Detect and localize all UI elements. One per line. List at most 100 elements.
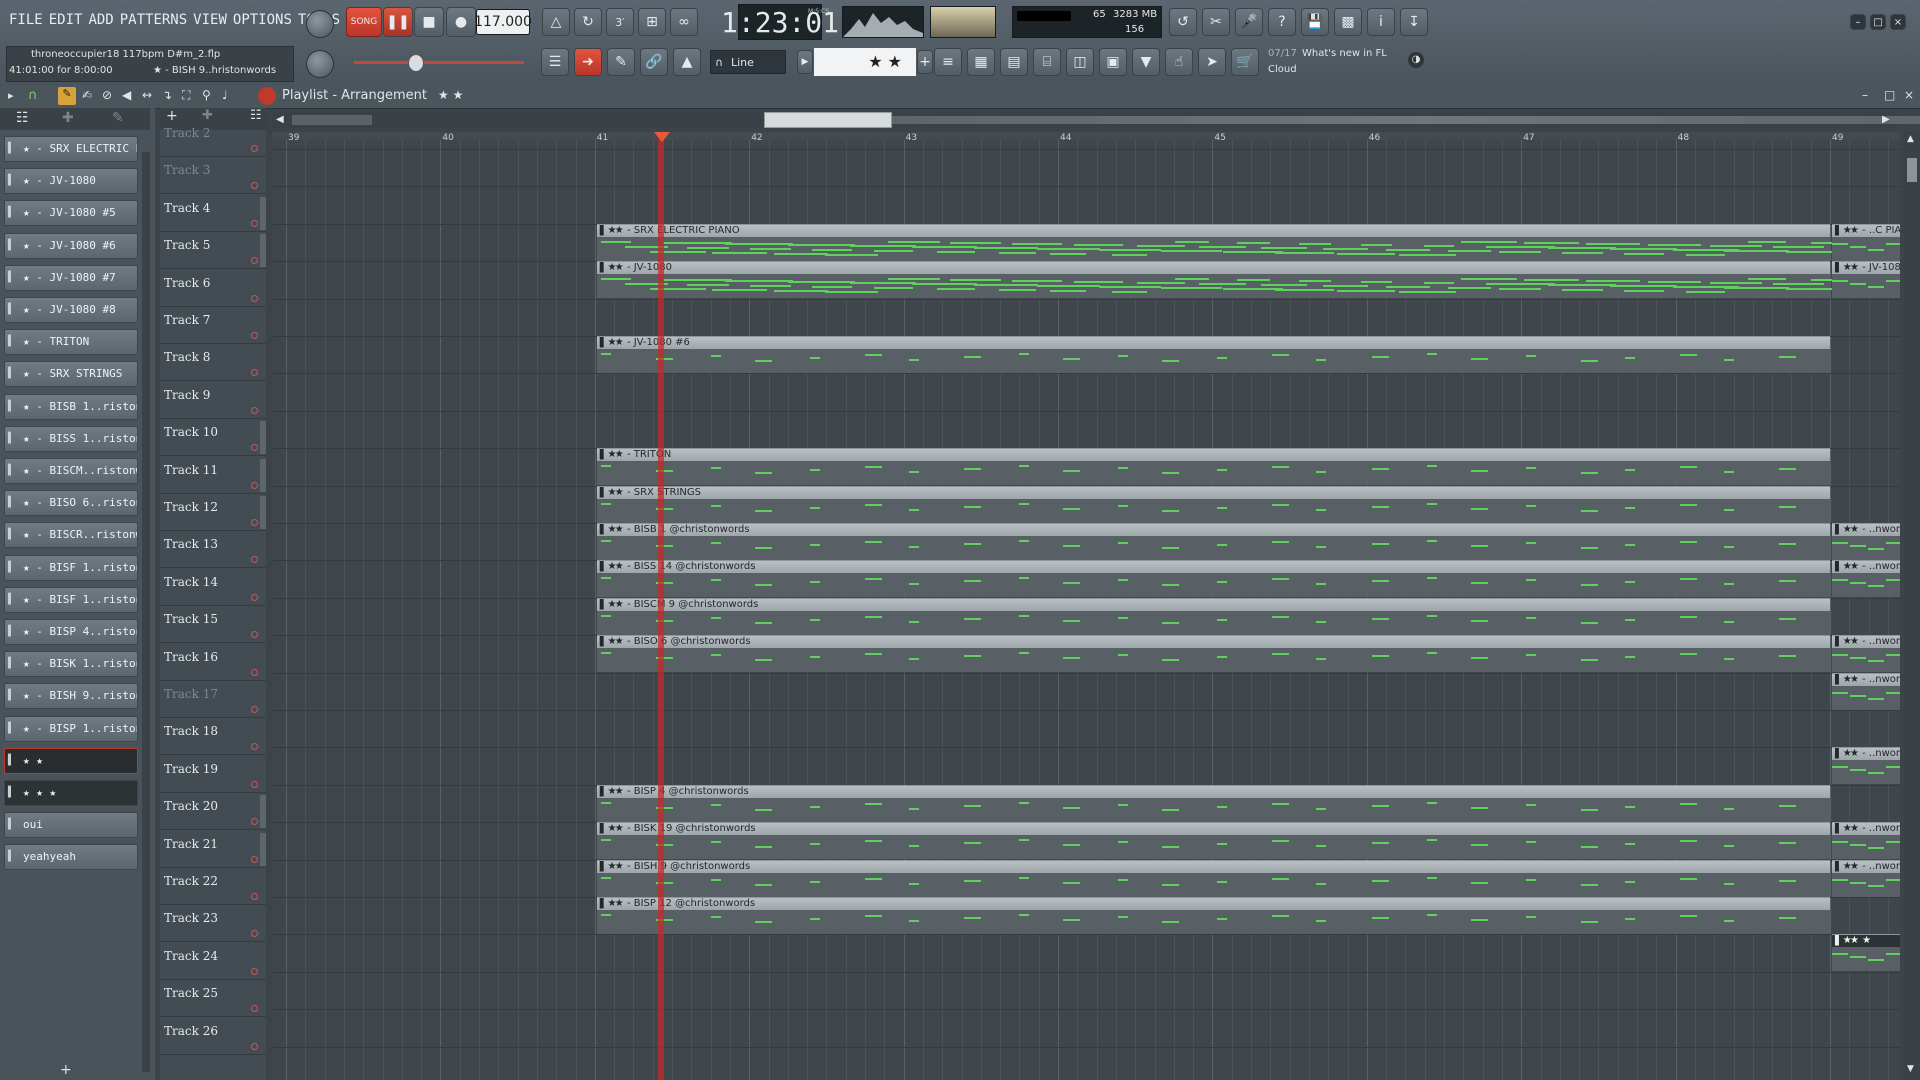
pattern-clip-next[interactable]: ★ ★ xyxy=(1832,934,1900,972)
track-mute-icon[interactable] xyxy=(251,893,258,900)
browser-scrollbar[interactable] xyxy=(142,152,150,1072)
browser-item[interactable]: ★ - BISP 1..ristonwords xyxy=(4,715,138,742)
browser-item[interactable]: ★ - JV-1080 #7 xyxy=(4,264,138,291)
playlist-maximize-icon[interactable]: □ xyxy=(1884,88,1895,102)
master-pitch-knob[interactable] xyxy=(306,50,334,78)
select-mode-icon[interactable]: ⛶ xyxy=(182,88,190,103)
pattern-clip[interactable]: ★ - BISK 19 @christonwords xyxy=(596,822,1830,860)
track-header[interactable]: Track 2 xyxy=(160,120,266,157)
track-mute-icon[interactable] xyxy=(251,444,258,452)
menu-file[interactable]: FILE xyxy=(6,12,46,28)
record-button[interactable]: ● xyxy=(446,7,476,37)
prev-pattern-button[interactable]: ▶ xyxy=(797,50,813,74)
track-header[interactable]: Track 12 xyxy=(160,494,266,531)
zoom-icon[interactable]: ⚲ xyxy=(202,88,211,102)
browser-item[interactable]: ★ - TRITON xyxy=(4,329,138,356)
stop-button[interactable]: ■ xyxy=(414,7,444,37)
song-mode-button[interactable]: SONG xyxy=(346,7,382,37)
browser-item[interactable]: oui xyxy=(4,812,138,839)
loop-record-button[interactable]: ∞ xyxy=(670,8,698,36)
pattern-clip-next[interactable]: ★ - ..nwords xyxy=(1832,635,1900,673)
track-header[interactable]: Track 5 xyxy=(160,232,266,270)
track-mute-icon[interactable] xyxy=(251,182,258,190)
master-volume-slider[interactable] xyxy=(354,61,524,64)
browser-menu-icon[interactable]: ☷ xyxy=(16,110,29,126)
menu-add[interactable]: ADD xyxy=(85,12,116,28)
pattern-clip-next[interactable]: ★ - ..nwords xyxy=(1832,523,1900,560)
track-header[interactable]: Track 23 xyxy=(160,905,266,943)
scroll-up-icon[interactable]: ▲ xyxy=(1907,134,1914,144)
track-header[interactable]: Track 13 xyxy=(160,531,266,569)
browser-item[interactable]: ★ - SRX STRINGS xyxy=(4,361,138,388)
menu-options[interactable]: OPTIONS xyxy=(230,12,295,28)
playhead-triangle-icon[interactable] xyxy=(654,132,670,142)
track-mute-icon[interactable] xyxy=(251,1042,258,1050)
add-track-icon[interactable]: + xyxy=(60,1062,72,1078)
track-mute-icon[interactable] xyxy=(251,967,258,975)
maximize-icon[interactable]: □ xyxy=(1870,14,1886,30)
info-button[interactable]: i xyxy=(1367,8,1395,36)
pattern-clip[interactable]: ★ - BISB 1 @christonwords xyxy=(596,523,1830,560)
track-header[interactable]: Track 19 xyxy=(160,756,266,793)
mixer-button[interactable]: ⌸ xyxy=(1033,48,1061,76)
track-header[interactable]: Track 8 xyxy=(160,344,266,382)
channel-rack-button[interactable]: ▤ xyxy=(1000,48,1028,76)
draw-mode-icon[interactable]: ✎ xyxy=(58,87,76,105)
browser-item[interactable]: ★ - JV-1080 #5 xyxy=(4,200,138,227)
pattern-clip[interactable]: ★ - BISH 9 @christonwords xyxy=(596,859,1830,897)
browser-button[interactable]: ◫ xyxy=(1066,48,1094,76)
browser-item[interactable]: ★ - BISK 1..ristonwords xyxy=(4,651,138,678)
pattern-clip[interactable]: ★ - BISP 12 @christonwords xyxy=(596,897,1830,934)
pattern-selector[interactable]: ★ ★ xyxy=(814,48,916,76)
metronome-button[interactable]: △ xyxy=(542,8,570,36)
track-mute-icon[interactable] xyxy=(251,406,258,414)
close-icon[interactable]: × xyxy=(1890,14,1906,30)
track-header[interactable]: Track 20 xyxy=(160,793,266,831)
tempo-display[interactable]: 117.000 xyxy=(474,9,532,35)
track-header[interactable]: Track 10 xyxy=(160,419,266,457)
browser-item[interactable]: ★ ★ ★ xyxy=(4,780,138,806)
track-header[interactable]: Track 4 xyxy=(160,195,266,232)
track-mute-icon[interactable] xyxy=(251,706,258,713)
wait-input-button[interactable]: ↻ xyxy=(574,8,602,36)
browser-item[interactable]: ★ - JV-1080 xyxy=(4,168,138,195)
track-mute-icon[interactable] xyxy=(251,1005,258,1013)
pattern-clip-next[interactable]: ★ - JV-1080 xyxy=(1832,261,1900,299)
pattern-clip-next[interactable]: ★ - ..nwords xyxy=(1832,560,1900,598)
blend-notes-button[interactable]: ⊞ xyxy=(638,8,666,36)
touch-controller-button[interactable]: ☝ xyxy=(1165,48,1193,76)
pattern-clip[interactable]: ★ - JV-1080 #6 xyxy=(596,336,1830,373)
track-header[interactable]: Track 26 xyxy=(160,1018,266,1055)
track-mute-icon[interactable] xyxy=(251,668,258,676)
track-mute-icon[interactable] xyxy=(251,743,258,751)
plugin-picker-button[interactable]: ▼ xyxy=(1132,48,1160,76)
track-header[interactable]: Track 11 xyxy=(160,457,266,494)
pattern-clip-next[interactable]: ★ - ..nwords xyxy=(1832,822,1900,860)
pattern-clip-next[interactable]: ★ - ..nwords xyxy=(1832,859,1900,897)
track-mute-icon[interactable] xyxy=(251,369,258,377)
minimize-icon[interactable]: – xyxy=(1850,14,1866,30)
horizontal-scrollbar[interactable]: ◀ ▶ xyxy=(272,112,1920,128)
track-header[interactable]: Track 9 xyxy=(160,382,266,419)
pattern-clip-next[interactable]: ★ - ..nwords xyxy=(1832,747,1900,785)
browser-item[interactable]: ★ - BISB 1..ristonwords xyxy=(4,393,138,420)
browser-item[interactable]: ★ - BISCM..ristonwords xyxy=(4,458,138,484)
scroll-left-icon[interactable]: ◀ xyxy=(276,114,284,125)
master-volume-knob[interactable] xyxy=(306,10,334,38)
browser-tool-icon[interactable]: ✎ xyxy=(112,110,124,126)
menu-edit[interactable]: EDIT xyxy=(46,12,86,28)
slip-mode-icon[interactable]: ↔ xyxy=(142,88,152,102)
track-header[interactable]: Track 18 xyxy=(160,718,266,756)
browser-item[interactable]: ★ ★ xyxy=(4,747,138,774)
pause-button[interactable]: ❚❚ xyxy=(383,7,413,37)
add-pattern-button[interactable]: + xyxy=(917,50,933,74)
browser-item[interactable]: ★ - BISO 6..ristonwords xyxy=(4,490,138,517)
track-mute-icon[interactable] xyxy=(251,294,258,302)
link-tool-button[interactable]: 🔗 xyxy=(640,48,668,76)
magnet-snap-icon[interactable]: ∩ xyxy=(28,88,38,103)
pattern-clip[interactable]: ★ - JV-1080 xyxy=(596,261,1851,299)
pattern-clip[interactable]: ★ - BISP 4 @christonwords xyxy=(596,784,1830,822)
track-header[interactable]: Track 22 xyxy=(160,868,266,905)
pattern-clip-next[interactable]: ★ - ..C PIANO xyxy=(1832,223,1900,261)
track-mute-icon[interactable] xyxy=(251,257,258,265)
